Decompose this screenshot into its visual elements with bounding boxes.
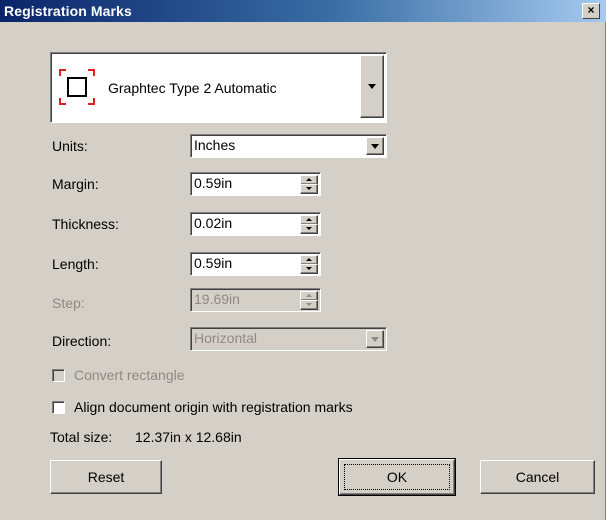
length-field[interactable]: 0.59in [190, 252, 321, 276]
total-size-label: Total size: [50, 429, 113, 445]
margin-field[interactable]: 0.59in [190, 172, 321, 196]
spin-up-icon [306, 294, 312, 297]
step-label: Step: [52, 295, 85, 311]
total-size-value: 12.37in x 12.68in [135, 429, 242, 445]
units-value: Inches [194, 137, 236, 153]
direction-dropdown-button [366, 330, 384, 348]
title-bar[interactable]: Registration Marks × [0, 0, 606, 22]
direction-label: Direction: [52, 333, 112, 349]
units-select[interactable]: Inches [190, 134, 387, 158]
cancel-button-label: Cancel [515, 469, 560, 485]
length-value: 0.59in [194, 255, 233, 271]
step-value: 19.69in [194, 291, 240, 307]
chevron-down-icon [368, 84, 376, 89]
spin-down-icon [306, 267, 312, 270]
spin-down-icon [306, 227, 312, 230]
thickness-label: Thickness: [52, 216, 119, 232]
spin-up-icon [306, 258, 312, 261]
close-icon: × [587, 3, 595, 17]
chevron-down-icon [371, 337, 379, 342]
units-label: Units: [52, 138, 88, 154]
mark-type-dropdown[interactable]: Graphtec Type 2 Automatic [50, 52, 387, 123]
step-spin-down [300, 300, 318, 310]
mark-type-dropdown-button[interactable] [360, 55, 384, 118]
length-label: Length: [52, 256, 99, 272]
margin-value: 0.59in [194, 175, 233, 191]
chevron-down-icon [371, 144, 379, 149]
cancel-button[interactable]: Cancel [480, 460, 595, 494]
spin-down-icon [306, 187, 312, 190]
close-button[interactable]: × [582, 3, 600, 19]
reset-button-label: Reset [87, 469, 125, 485]
spin-down-icon [306, 303, 312, 306]
spin-up-icon [306, 218, 312, 221]
thickness-field[interactable]: 0.02in [190, 212, 321, 236]
reset-button[interactable]: Reset [50, 460, 162, 494]
ok-button-label: OK [386, 469, 408, 485]
length-spin-down[interactable] [300, 264, 318, 274]
align-origin-checkbox[interactable] [52, 401, 65, 414]
units-dropdown-button[interactable] [366, 137, 384, 155]
registration-mark-icon [59, 69, 95, 105]
thickness-spin-down[interactable] [300, 224, 318, 234]
direction-value: Horizontal [194, 330, 258, 346]
registration-marks-dialog: Registration Marks × Graphtec Type 2 Aut… [0, 0, 606, 520]
convert-rectangle-checkbox [52, 369, 65, 382]
margin-spin-down[interactable] [300, 184, 318, 194]
convert-rectangle-label: Convert rectangle [74, 367, 185, 383]
align-origin-label[interactable]: Align document origin with registration … [74, 399, 353, 415]
direction-select: Horizontal [190, 327, 387, 351]
margin-label: Margin: [52, 176, 99, 192]
mark-type-value: Graphtec Type 2 Automatic [108, 80, 277, 96]
spin-up-icon [306, 178, 312, 181]
step-field: 19.69in [190, 288, 321, 312]
thickness-value: 0.02in [194, 215, 233, 231]
window-title: Registration Marks [4, 3, 132, 19]
ok-button[interactable]: OK [338, 458, 456, 496]
